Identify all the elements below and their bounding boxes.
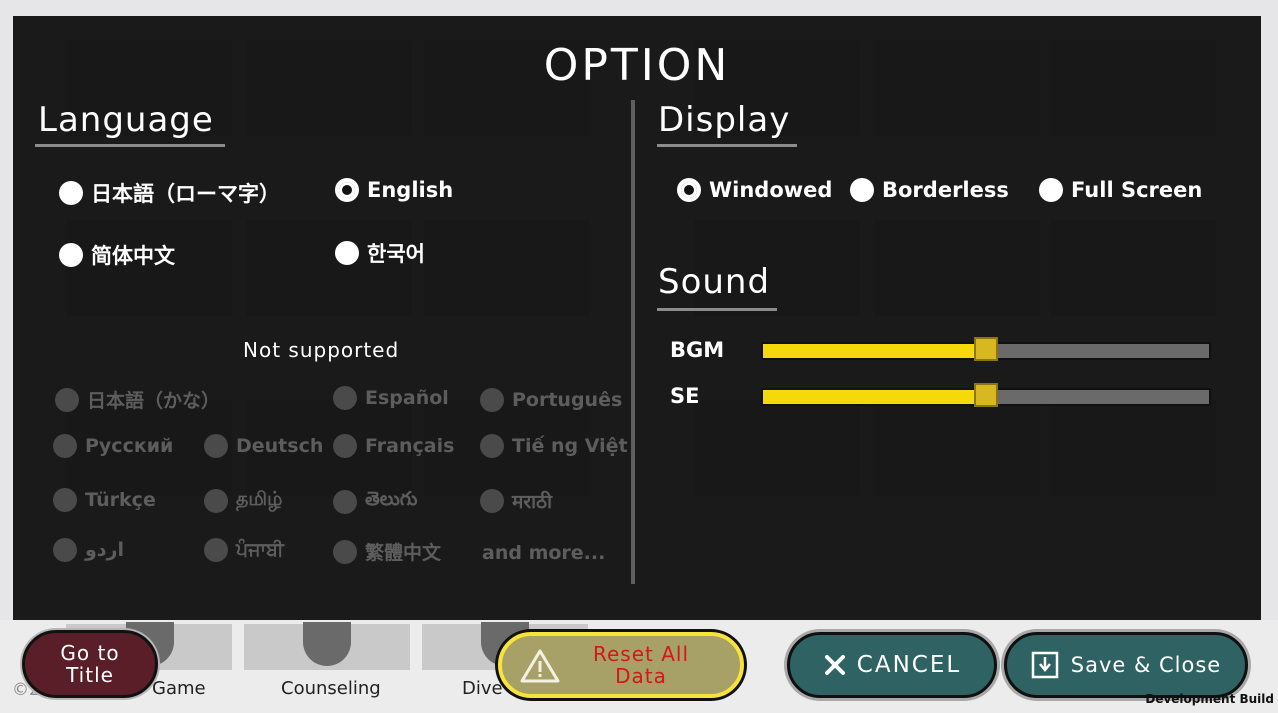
radio-icon [204, 488, 228, 513]
se-slider[interactable] [761, 383, 1211, 407]
heading-underline [35, 144, 225, 147]
not-supported-label: Not supported [243, 338, 400, 362]
radio-icon [59, 181, 83, 205]
reset-all-data-button[interactable]: Reset All Data [498, 632, 744, 698]
option-dialog: OPTION Language 日本語（ローマ字） English 简体中文 한… [13, 16, 1261, 620]
display-option-fullscreen[interactable]: Full Screen [1039, 178, 1202, 202]
language-option-disabled: Tiế ng Việt [480, 434, 628, 458]
go-to-title-button[interactable]: Go to Title [22, 630, 158, 698]
radio-icon [480, 434, 504, 458]
display-heading: Display [658, 100, 791, 140]
radio-icon [53, 434, 77, 458]
language-option-disabled: ਪੰਜਾਬੀ [204, 538, 284, 562]
language-option-disabled: Deutsch [204, 434, 323, 458]
button-label: Go to [60, 641, 120, 665]
language-option-simplified-chinese[interactable]: 简体中文 [59, 240, 175, 270]
language-option-label: 简体中文 [91, 244, 175, 268]
heading-underline [657, 308, 777, 311]
language-option-disabled: Português [480, 388, 622, 412]
bg-strip-label: Game [152, 678, 206, 699]
language-option-label: English [367, 178, 454, 202]
se-label: SE [670, 384, 700, 408]
heading-underline [657, 144, 797, 147]
radio-icon [480, 388, 504, 412]
radio-icon [55, 387, 79, 412]
cancel-button[interactable]: CANCEL [787, 632, 997, 698]
language-option-disabled: 日本語（かな） [55, 386, 220, 413]
button-label: Title [66, 663, 114, 687]
radio-icon [333, 539, 357, 564]
language-option-japanese-romaji[interactable]: 日本語（ローマ字） [59, 178, 280, 208]
language-option-label: اردو [85, 539, 125, 561]
language-option-disabled: मराठी [480, 488, 552, 514]
language-heading: Language [38, 100, 214, 140]
radio-selected-icon [335, 178, 359, 202]
radio-icon [335, 241, 359, 265]
language-option-label: 日本語（かな） [87, 390, 221, 412]
sound-heading: Sound [658, 262, 771, 302]
button-label: Data [615, 664, 667, 688]
bg-strip-label: Dive [462, 678, 503, 699]
radio-icon [480, 489, 504, 513]
radio-icon [53, 488, 77, 512]
language-option-korean[interactable]: 한국어 [335, 238, 425, 268]
bgm-label: BGM [670, 338, 725, 362]
column-divider [631, 100, 635, 584]
language-option-label: मराठी [512, 491, 553, 513]
bgm-slider-fill [763, 344, 986, 358]
language-option-label: Русский [85, 435, 174, 457]
radio-icon [850, 178, 874, 202]
more-languages-label: and more... [482, 542, 606, 564]
close-icon [824, 655, 845, 675]
language-option-label: Tiế ng Việt [512, 435, 628, 457]
language-option-disabled: తెలుగు [333, 488, 417, 515]
display-option-label: Borderless [882, 178, 1009, 202]
display-option-label: Full Screen [1071, 178, 1203, 202]
language-option-label: 日本語（ローマ字） [91, 182, 280, 206]
bg-strip-label: Counseling [281, 678, 381, 699]
radio-selected-icon [677, 178, 701, 202]
language-option-label: తెలుగు [365, 488, 418, 510]
display-option-windowed[interactable]: Windowed [677, 178, 832, 202]
language-option-disabled: Русский [53, 434, 173, 458]
language-option-label: ਪੰਜਾਬੀ [236, 539, 284, 561]
bgm-slider[interactable] [761, 337, 1211, 361]
language-option-label: Português [512, 389, 623, 411]
radio-icon [53, 538, 77, 562]
display-option-label: Windowed [709, 178, 833, 202]
language-option-label: தமிழ் [236, 488, 283, 510]
se-slider-handle[interactable] [974, 383, 998, 407]
radio-icon [333, 489, 357, 514]
radio-icon [59, 243, 83, 267]
save-icon [1031, 651, 1058, 679]
radio-icon [333, 434, 357, 458]
dialog-title: OPTION [543, 40, 731, 91]
button-label: Reset All [592, 642, 690, 666]
language-option-disabled: தமிழ் [204, 488, 282, 513]
radio-icon [204, 434, 228, 458]
button-label: Save & Close [1070, 653, 1222, 677]
language-option-disabled: Español [333, 386, 449, 410]
radio-icon [204, 538, 228, 562]
bgm-slider-handle[interactable] [974, 337, 998, 361]
language-option-disabled: Türkçe [53, 488, 156, 512]
language-option-disabled: اردو [53, 538, 124, 562]
radio-icon [1039, 178, 1063, 202]
language-option-label: Español [365, 387, 449, 409]
development-build-label: Development Build [1145, 692, 1274, 706]
language-option-label: 繁體中文 [365, 542, 442, 564]
warning-icon [520, 649, 560, 683]
language-option-label: 한국어 [367, 242, 425, 266]
language-option-disabled: Français [333, 434, 454, 458]
language-option-english[interactable]: English [335, 178, 453, 202]
button-label: CANCEL [856, 652, 962, 678]
language-option-label: Türkçe [85, 489, 156, 511]
language-option-label: Français [365, 435, 455, 457]
language-option-label: Deutsch [236, 435, 324, 457]
radio-icon [333, 386, 357, 410]
se-slider-fill [763, 390, 986, 404]
display-option-borderless[interactable]: Borderless [850, 178, 1009, 202]
language-option-disabled: 繁體中文 [333, 538, 441, 565]
save-and-close-button[interactable]: Save & Close [1004, 632, 1248, 698]
